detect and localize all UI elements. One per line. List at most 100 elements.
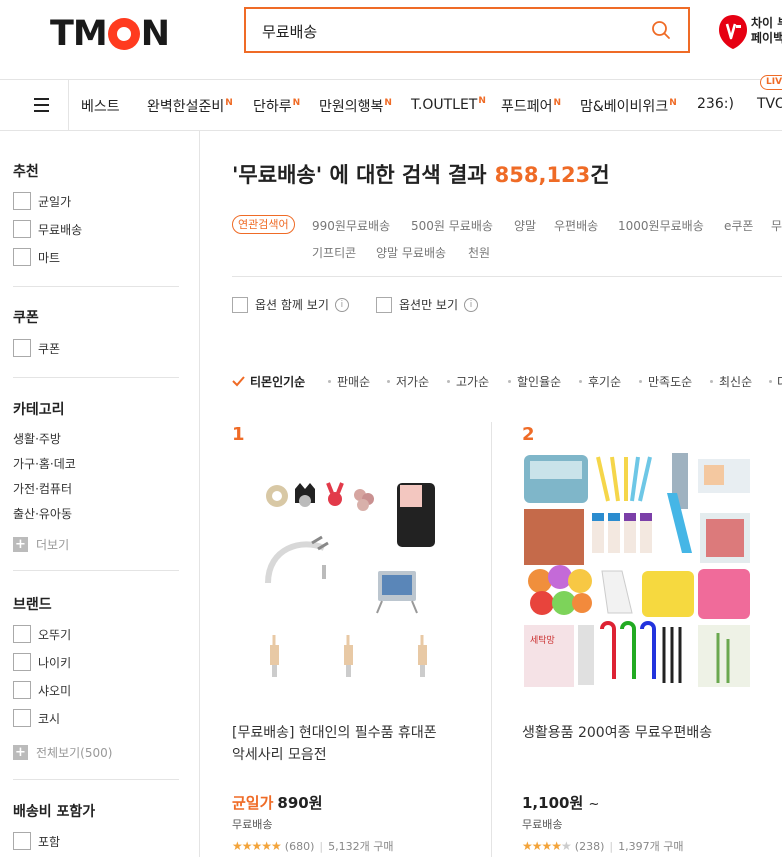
nav-item-oneday[interactable]: 단하루N bbox=[253, 96, 300, 116]
nav-item-summer[interactable]: 완벽한설준비N bbox=[147, 96, 233, 116]
nav-item-best[interactable]: 베스트 bbox=[81, 96, 120, 116]
search-result-title: '무료배송' 에 대한 검색 결과 858,123건 bbox=[232, 163, 610, 187]
category-furniture-home[interactable]: 가구·홈·데코 bbox=[13, 455, 76, 472]
star-rating-icon: ★★★★★ bbox=[522, 839, 572, 853]
shipping-label: 무료배송 bbox=[232, 818, 273, 831]
category-living-kitchen[interactable]: 생활·주방 bbox=[13, 430, 61, 447]
search-box[interactable]: 무료배송 bbox=[244, 7, 690, 53]
sort-newest[interactable]: 최신순 bbox=[719, 373, 752, 390]
related-keyword[interactable]: 양말 bbox=[514, 217, 536, 234]
sort-sales[interactable]: 판매순 bbox=[337, 373, 370, 390]
nav-item-foodfair[interactable]: 푸드페어N bbox=[501, 96, 561, 116]
search-input[interactable]: 무료배송 bbox=[262, 21, 317, 42]
sort-popular[interactable]: 티몬인기순 bbox=[250, 373, 305, 390]
product-rating: ★★★★★ (238) | 1,397개 구매 bbox=[522, 839, 684, 853]
info-icon[interactable]: i bbox=[334, 297, 349, 312]
checkbox[interactable] bbox=[376, 296, 392, 313]
related-keywords-tag: 연관검색어 bbox=[232, 215, 295, 234]
promo-line-2: 페이백 bbox=[751, 31, 782, 45]
sort-satisfaction[interactable]: 만족도순 bbox=[648, 373, 692, 390]
svg-text:세탁망: 세탁망 bbox=[530, 634, 555, 646]
product-rating: ★★★★★ (680) | 5,132개 구매 bbox=[232, 839, 394, 853]
related-keyword[interactable]: 우편배송 bbox=[554, 217, 598, 234]
filter-sidebar: 추천 균일가 무료배송 마트 쿠폰 쿠폰 카테고리 생활·주방 가구·홈·데코 … bbox=[0, 131, 200, 857]
plus-icon: + bbox=[13, 745, 28, 760]
checkbox[interactable] bbox=[13, 709, 31, 727]
nav-item-toutlet[interactable]: T.OUTLETN bbox=[411, 96, 486, 113]
product-name[interactable]: 생활용품 200여종 무료우편배송 bbox=[522, 722, 762, 744]
product-rank: 2 bbox=[522, 424, 535, 445]
promo-line-1: 차이 부 bbox=[751, 16, 782, 30]
checkbox[interactable] bbox=[232, 296, 248, 313]
product-image-phone-accessories[interactable] bbox=[232, 453, 462, 689]
tmon-logo[interactable]: TMN bbox=[50, 14, 170, 54]
brand-ottogi[interactable]: 오뚜기 bbox=[13, 625, 71, 643]
related-keyword[interactable]: 천원 bbox=[468, 244, 490, 261]
product-name[interactable]: [무료배송] 현대인의 필수품 휴대폰 악세사리 모음전 bbox=[232, 722, 472, 766]
category-appliance-computer[interactable]: 가전·컴퓨터 bbox=[13, 480, 72, 497]
checkbox[interactable] bbox=[13, 339, 31, 357]
nav-item-236[interactable]: 236:) bbox=[697, 96, 734, 112]
check-icon bbox=[232, 376, 245, 387]
sort-reviews[interactable]: 후기순 bbox=[588, 373, 621, 390]
hamburger-icon bbox=[34, 98, 49, 100]
menu-button[interactable] bbox=[0, 80, 69, 130]
option-show-together[interactable]: 옵션 함께 보기 i bbox=[232, 296, 349, 313]
chai-logo-icon bbox=[719, 15, 747, 49]
brand-kosi[interactable]: 코시 bbox=[13, 709, 60, 727]
nav-item-baby[interactable]: 맘&베이비위크N bbox=[580, 96, 677, 116]
info-icon[interactable]: i bbox=[464, 297, 479, 312]
category-baby-kids[interactable]: 출산·유아동 bbox=[13, 505, 72, 522]
filter-title-coupon: 쿠폰 bbox=[13, 310, 39, 326]
checkbox[interactable] bbox=[13, 681, 31, 699]
sort-discount[interactable]: 할인율순 bbox=[517, 373, 561, 390]
nav-item-10000[interactable]: 만원의행복N bbox=[319, 96, 392, 116]
category-nav: 베스트 완벽한설준비N 단하루N 만원의행복N T.OUTLETN 푸드페어N … bbox=[0, 80, 782, 131]
page: TMN 무료배송 차이 부 페이백 베스트 bbox=[0, 0, 782, 857]
checkbox[interactable] bbox=[13, 248, 31, 266]
filter-uniform-price[interactable]: 균일가 bbox=[13, 192, 71, 210]
filter-title-recommend: 추천 bbox=[13, 164, 39, 180]
checkbox[interactable] bbox=[13, 653, 31, 671]
product-price: 균일가 890원 bbox=[232, 794, 323, 812]
checkbox[interactable] bbox=[13, 220, 31, 238]
sort-low-price[interactable]: 저가순 bbox=[396, 373, 429, 390]
filter-mart[interactable]: 마트 bbox=[13, 248, 60, 266]
checkbox[interactable] bbox=[13, 832, 31, 850]
filter-coupon[interactable]: 쿠폰 bbox=[13, 339, 60, 357]
related-keyword[interactable]: 1000원무료배송 bbox=[618, 217, 704, 234]
related-keyword[interactable]: 990원무료배송 bbox=[312, 217, 390, 234]
related-keyword[interactable]: 양말 무료배송 bbox=[376, 244, 446, 261]
plus-icon: + bbox=[13, 537, 28, 552]
product-rank: 1 bbox=[232, 424, 245, 445]
live-badge: LIV bbox=[760, 75, 782, 90]
product-image-household-items[interactable]: 세탁망 bbox=[522, 453, 752, 689]
filter-title-brand: 브랜드 bbox=[13, 597, 52, 613]
checkbox[interactable] bbox=[13, 192, 31, 210]
related-keyword[interactable]: 무 bbox=[771, 217, 782, 234]
related-keyword[interactable]: e쿠폰 bbox=[724, 217, 753, 234]
star-rating-icon: ★★★★★ bbox=[232, 839, 282, 853]
search-icon[interactable] bbox=[650, 19, 672, 41]
nav-item-tvon[interactable]: TVO bbox=[757, 96, 782, 112]
filter-title-category: 카테고리 bbox=[13, 402, 65, 418]
filter-free-shipping[interactable]: 무료배송 bbox=[13, 220, 82, 238]
option-only[interactable]: 옵션만 보기 i bbox=[376, 296, 479, 313]
header: TMN 무료배송 차이 부 페이백 bbox=[0, 0, 782, 80]
product-price: 1,100원 ~ bbox=[522, 794, 600, 812]
price-label-uniform: 균일가 bbox=[232, 794, 274, 812]
brand-all-button[interactable]: + 전체보기(500) bbox=[13, 744, 112, 761]
related-keyword[interactable]: 기프티콘 bbox=[312, 244, 356, 261]
category-more-button[interactable]: + 더보기 bbox=[13, 536, 69, 553]
shipping-label: 무료배송 bbox=[522, 818, 563, 831]
filter-title-shipping: 배송비 포함가 bbox=[13, 804, 96, 820]
related-keyword[interactable]: 500원 무료배송 bbox=[411, 217, 493, 234]
brand-xiaomi[interactable]: 샤오미 bbox=[13, 681, 71, 699]
brand-nike[interactable]: 나이키 bbox=[13, 653, 71, 671]
result-count: 858,123 bbox=[494, 163, 591, 187]
sort-high-price[interactable]: 고가순 bbox=[456, 373, 489, 390]
filter-shipping-included[interactable]: 포함 bbox=[13, 832, 60, 850]
sort-more[interactable]: 더 bbox=[777, 373, 782, 390]
chai-promo-banner[interactable]: 차이 부 페이백 bbox=[718, 12, 782, 52]
checkbox[interactable] bbox=[13, 625, 31, 643]
